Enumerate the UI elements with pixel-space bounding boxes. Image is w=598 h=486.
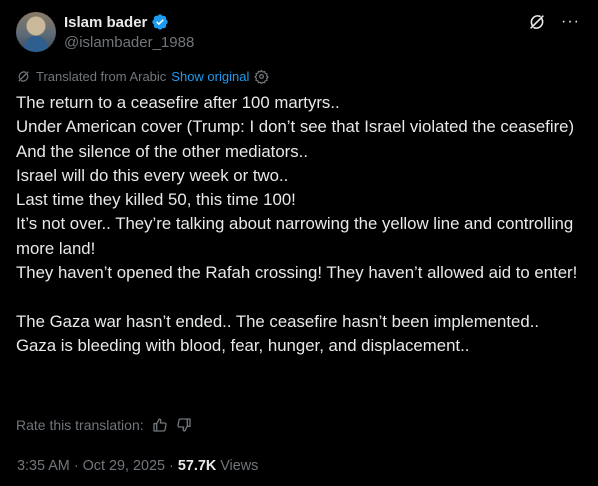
views-label: Views [220, 458, 259, 474]
meta-separator: · [73, 458, 79, 474]
rate-translation-label: Rate this translation: [16, 417, 144, 433]
translation-notice: Translated from Arabic Show original [16, 69, 270, 84]
rate-translation-row: Rate this translation: [16, 417, 192, 433]
verified-badge-icon [152, 14, 169, 30]
views-count: 57.7K [177, 458, 217, 474]
tweet-time[interactable]: 3:35 AM [17, 458, 70, 474]
meta-separator: · [169, 458, 174, 474]
translation-notice-text: Translated from Arabic [36, 69, 167, 84]
more-icon[interactable]: ··· [561, 12, 580, 32]
author-handle[interactable]: @islambader_1988 [64, 34, 194, 51]
avatar-figure [24, 36, 48, 52]
author-display-name[interactable]: Islam bader [64, 14, 147, 31]
thumbs-up-icon[interactable] [152, 417, 168, 433]
tweet-meta: 3:35 AM · Oct 29, 2025 · 57.7K Views [17, 458, 258, 474]
gear-icon[interactable] [254, 69, 270, 84]
translate-icon [18, 71, 29, 82]
tweet-date[interactable]: Oct 29, 2025 [83, 458, 165, 474]
tweet-text: The return to a ceasefire after 100 mart… [16, 93, 578, 355]
tweet-actions-top: ··· [527, 12, 580, 32]
show-original-link[interactable]: Show original [171, 69, 249, 84]
grok-icon[interactable] [527, 12, 547, 32]
avatar[interactable] [16, 12, 56, 52]
author-name-row: Islam bader [64, 13, 169, 31]
thumbs-down-icon[interactable] [176, 417, 192, 433]
